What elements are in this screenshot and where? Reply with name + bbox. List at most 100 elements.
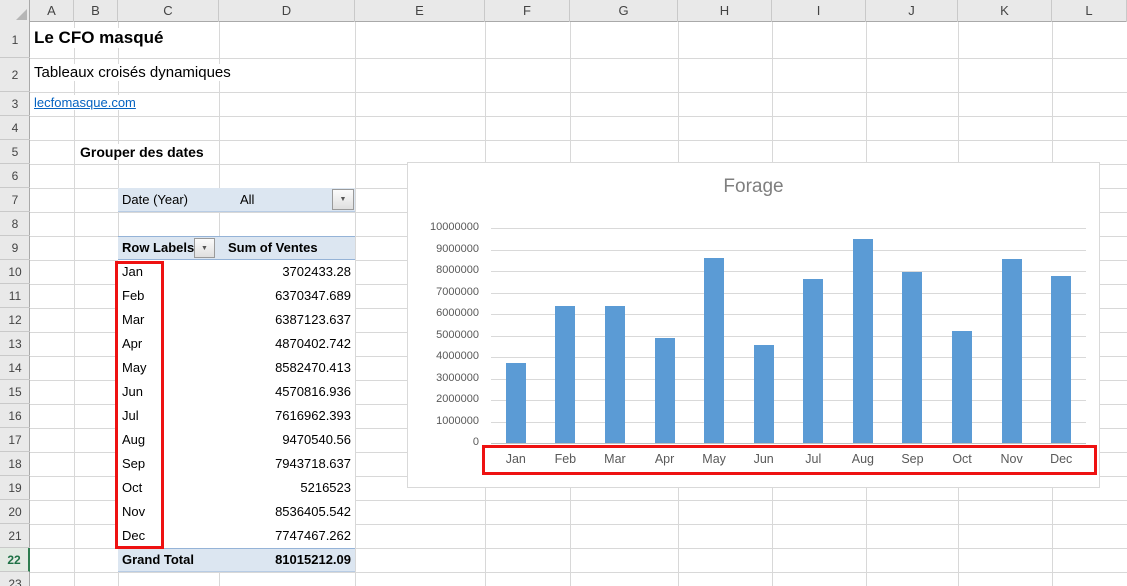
pivot-values-header[interactable]: Sum of Ventes — [228, 240, 318, 255]
filter-field-label[interactable]: Date (Year) — [122, 192, 188, 207]
column-header-strip: ABCDEFGHIJKL — [0, 0, 1127, 22]
row-header-7[interactable]: 7 — [0, 188, 30, 212]
y-axis-tick-label: 8000000 — [408, 264, 479, 276]
column-header-A[interactable]: A — [30, 0, 74, 22]
y-axis-tick-label: 2000000 — [408, 393, 479, 405]
row-header-16[interactable]: 16 — [0, 404, 30, 428]
select-all-button[interactable] — [0, 0, 30, 22]
chart-gridline — [491, 271, 1086, 272]
row-header-15[interactable]: 15 — [0, 380, 30, 404]
column-header-F[interactable]: F — [485, 0, 570, 22]
row-header-21[interactable]: 21 — [0, 524, 30, 548]
row-header-4[interactable]: 4 — [0, 116, 30, 140]
chart-bar-May — [704, 258, 724, 443]
chevron-down-icon: ▼ — [340, 196, 347, 203]
column-header-D[interactable]: D — [219, 0, 355, 22]
row-header-strip: 1234567891011121314151617181920212223 — [0, 22, 30, 586]
row-header-8[interactable]: 8 — [0, 212, 30, 236]
gridline — [30, 116, 1127, 117]
row-labels-filter-button[interactable]: ▼ — [194, 238, 215, 258]
row-header-2[interactable]: 2 — [0, 58, 30, 92]
y-axis-tick-label: 3000000 — [408, 372, 479, 384]
filter-dropdown-button[interactable]: ▼ — [332, 189, 354, 210]
gridline — [30, 92, 1127, 93]
pivot-row-value[interactable]: 8536405.542 — [275, 504, 351, 519]
grand-total-value[interactable]: 81015212.09 — [275, 552, 351, 567]
row-header-20[interactable]: 20 — [0, 500, 30, 524]
chart-bar-Aug — [853, 239, 873, 443]
grand-total-label[interactable]: Grand Total — [122, 552, 194, 567]
chart-gridline — [491, 400, 1086, 401]
chart-gridline — [491, 422, 1086, 423]
pivot-row-value[interactable]: 9470540.56 — [282, 432, 351, 447]
pivot-row-labels-header[interactable]: Row Labels — [122, 240, 194, 255]
row-header-19[interactable]: 19 — [0, 476, 30, 500]
chart-gridline — [491, 293, 1086, 294]
row-header-12[interactable]: 12 — [0, 308, 30, 332]
chart-x-axis-line — [491, 443, 1086, 444]
column-header-E[interactable]: E — [355, 0, 485, 22]
gridline — [30, 58, 1127, 59]
filter-selected-value[interactable]: All — [240, 192, 254, 207]
chart-bar-Sep — [902, 272, 922, 443]
row-header-22[interactable]: 22 — [0, 548, 30, 572]
pivot-header-row: Row Labels ▼ Sum of Ventes — [118, 236, 355, 260]
column-header-J[interactable]: J — [866, 0, 958, 22]
chart-gridline — [491, 228, 1086, 229]
column-header-H[interactable]: H — [678, 0, 772, 22]
y-axis-tick-label: 10000000 — [408, 221, 479, 233]
pivot-row-value[interactable]: 3702433.28 — [282, 264, 351, 279]
pivot-grand-total-row: Grand Total 81015212.09 — [118, 548, 355, 572]
row-header-23[interactable]: 23 — [0, 572, 30, 586]
hyperlink-lecfomasque[interactable]: lecfomasque.com — [34, 95, 136, 110]
y-axis-tick-label: 9000000 — [408, 243, 479, 255]
pivot-row-value[interactable]: 8582470.413 — [275, 360, 351, 375]
chart-gridline — [491, 336, 1086, 337]
row-header-1[interactable]: 1 — [0, 22, 30, 58]
pivot-row-value[interactable]: 4870402.742 — [275, 336, 351, 351]
row-header-5[interactable]: 5 — [0, 140, 30, 164]
row-header-13[interactable]: 13 — [0, 332, 30, 356]
y-axis-tick-label: 4000000 — [408, 350, 479, 362]
annotation-rectangle-pivot-months — [115, 261, 164, 549]
chevron-down-icon: ▼ — [201, 245, 208, 252]
column-header-G[interactable]: G — [570, 0, 678, 22]
pivot-row-value[interactable]: 6370347.689 — [275, 288, 351, 303]
column-header-K[interactable]: K — [958, 0, 1052, 22]
pivot-row-value[interactable]: 7747467.262 — [275, 528, 351, 543]
column-header-B[interactable]: B — [74, 0, 118, 22]
column-header-C[interactable]: C — [118, 0, 219, 22]
pivot-row-value[interactable]: 7616962.393 — [275, 408, 351, 423]
pivot-row-value[interactable]: 4570816.936 — [275, 384, 351, 399]
chart-bar-Jul — [803, 279, 823, 443]
chart-title: Forage — [408, 176, 1099, 198]
excel-worksheet: ABCDEFGHIJKL 123456789101112131415161718… — [0, 0, 1127, 586]
cell-title[interactable]: Le CFO masqué — [34, 28, 163, 48]
pivot-row-value[interactable]: 6387123.637 — [275, 312, 351, 327]
row-header-6[interactable]: 6 — [0, 164, 30, 188]
column-header-L[interactable]: L — [1052, 0, 1127, 22]
row-header-10[interactable]: 10 — [0, 260, 30, 284]
chart-gridline — [491, 250, 1086, 251]
row-header-11[interactable]: 11 — [0, 284, 30, 308]
bar-chart-forage[interactable]: Forage 010000002000000300000040000005000… — [407, 162, 1100, 488]
gridline — [30, 572, 1127, 573]
y-axis-tick-label: 6000000 — [408, 307, 479, 319]
y-axis-tick-label: 0 — [408, 436, 479, 448]
column-header-I[interactable]: I — [772, 0, 866, 22]
chart-bar-Oct — [952, 331, 972, 443]
pivot-row-value[interactable]: 5216523 — [300, 480, 351, 495]
row-header-17[interactable]: 17 — [0, 428, 30, 452]
gridline — [30, 140, 1127, 141]
cell-subtitle[interactable]: Tableaux croisés dynamiques — [34, 64, 231, 81]
gridline — [355, 22, 356, 586]
row-header-3[interactable]: 3 — [0, 92, 30, 116]
y-axis-tick-label: 5000000 — [408, 329, 479, 341]
select-all-triangle-icon — [16, 9, 27, 20]
row-header-9[interactable]: 9 — [0, 236, 30, 260]
pivot-row-value[interactable]: 7943718.637 — [275, 456, 351, 471]
section-heading[interactable]: Grouper des dates — [80, 144, 204, 160]
chart-bar-Dec — [1051, 276, 1071, 443]
row-header-18[interactable]: 18 — [0, 452, 30, 476]
row-header-14[interactable]: 14 — [0, 356, 30, 380]
